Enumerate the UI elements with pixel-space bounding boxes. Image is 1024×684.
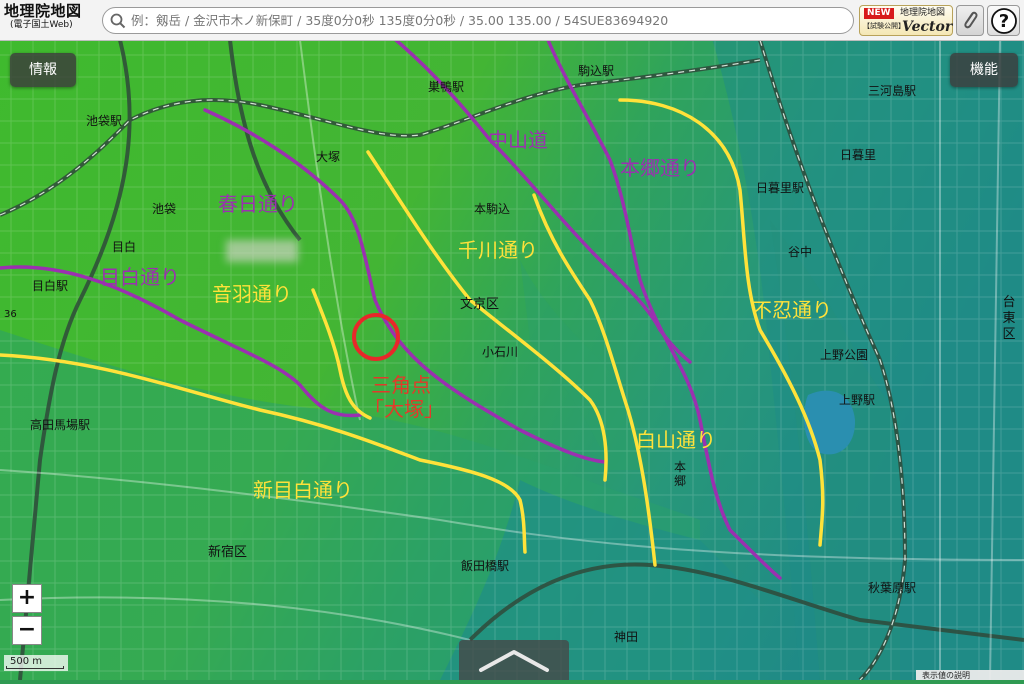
label-ikebukuro-station: 池袋駅 bbox=[86, 114, 123, 128]
value-explanation-link[interactable]: 表示値の説明 bbox=[916, 670, 1024, 680]
label-ueno-station: 上野駅 bbox=[839, 393, 876, 407]
annotation-line1: 三角点 bbox=[371, 373, 431, 397]
label-mejiro-station: 目白駅 bbox=[32, 279, 69, 293]
label-nishinippori-station: 日暮里駅 bbox=[756, 181, 805, 195]
label-hongo: 本郷 bbox=[674, 460, 687, 488]
relief-map[interactable] bbox=[0, 0, 1024, 680]
help-icon: ? bbox=[991, 8, 1017, 34]
label-akihabara-station: 秋葉原駅 bbox=[868, 581, 917, 595]
label-iidabashi-station: 飯田橋駅 bbox=[461, 559, 510, 573]
road-label-senkawa: 千川通り bbox=[458, 238, 538, 262]
vector-map-button[interactable]: NEW 【試験公開】 地理院地図 Vector bbox=[859, 5, 953, 36]
road-label-mejiro: 目白通り bbox=[100, 265, 180, 289]
road-label-kasuga: 春日通り bbox=[218, 192, 298, 216]
label-yanaka: 谷中 bbox=[788, 245, 813, 259]
label-mikawashima-station: 三河島駅 bbox=[868, 84, 917, 98]
road-label-otowa: 音羽通り bbox=[212, 282, 292, 306]
search-box[interactable] bbox=[102, 7, 854, 34]
label-takadanobaba-station: 高田馬場駅 bbox=[30, 418, 91, 432]
label-bunkyo: 文京区 bbox=[460, 297, 500, 312]
trial-label: 【試験公開】 bbox=[863, 22, 905, 30]
app-logo[interactable]: 地理院地図 (電子国土Web) bbox=[4, 3, 98, 37]
logo-subtitle: (電子国土Web) bbox=[10, 20, 73, 30]
zoom-out-button[interactable]: − bbox=[12, 616, 42, 645]
vector-label: Vector bbox=[902, 19, 953, 35]
label-36: 36 bbox=[4, 309, 17, 320]
link-button[interactable] bbox=[956, 5, 984, 36]
help-button[interactable]: ? bbox=[987, 5, 1020, 36]
road-label-nakasendo: 中山道 bbox=[488, 128, 548, 152]
label-nippori: 日暮里 bbox=[840, 148, 877, 162]
search-input[interactable] bbox=[131, 10, 846, 31]
bottom-panel-toggle[interactable] bbox=[459, 640, 569, 680]
label-otsuka: 大塚 bbox=[316, 150, 341, 164]
label-komagome-station: 駒込駅 bbox=[578, 64, 615, 78]
label-sugamo-station: 巣鴨駅 bbox=[428, 80, 465, 94]
scale-bar: 500 m bbox=[4, 655, 68, 671]
label-ueno-park: 上野公園 bbox=[820, 348, 869, 362]
svg-text:?: ? bbox=[999, 11, 1009, 32]
chevron-up-icon bbox=[479, 650, 549, 672]
label-taito: 台東区 bbox=[1002, 295, 1016, 342]
label-mejiro: 目白 bbox=[112, 240, 137, 254]
road-label-hongo: 本郷通り bbox=[620, 156, 700, 180]
top-bar: 地理院地図 (電子国土Web) NEW 【試験公開】 地理院地図 Vector … bbox=[0, 0, 1024, 41]
label-honkomagome: 本駒込 bbox=[474, 202, 511, 216]
road-label-hakusan: 白山通り bbox=[636, 428, 716, 452]
annotation-line2: 「大塚」 bbox=[364, 397, 444, 421]
road-label-shinobazu: 不忍通り bbox=[752, 298, 832, 322]
label-ikebukuro: 池袋 bbox=[152, 202, 177, 216]
vector-title: 地理院地図 bbox=[900, 8, 946, 18]
info-button[interactable]: 情報 bbox=[10, 53, 76, 87]
blurred-label bbox=[226, 240, 298, 262]
label-shinjuku: 新宿区 bbox=[208, 545, 248, 560]
road-label-shinmejiro: 新目白通り bbox=[253, 478, 353, 502]
paperclip-icon bbox=[964, 11, 978, 29]
label-koishikawa: 小石川 bbox=[482, 345, 519, 359]
new-badge: NEW bbox=[864, 8, 894, 19]
scale-line bbox=[6, 666, 64, 669]
functions-button[interactable]: 機能 bbox=[950, 53, 1018, 87]
zoom-in-button[interactable]: + bbox=[12, 584, 42, 613]
label-kanda: 神田 bbox=[614, 630, 639, 644]
search-icon bbox=[110, 13, 126, 29]
logo-title: 地理院地図 bbox=[4, 2, 82, 20]
